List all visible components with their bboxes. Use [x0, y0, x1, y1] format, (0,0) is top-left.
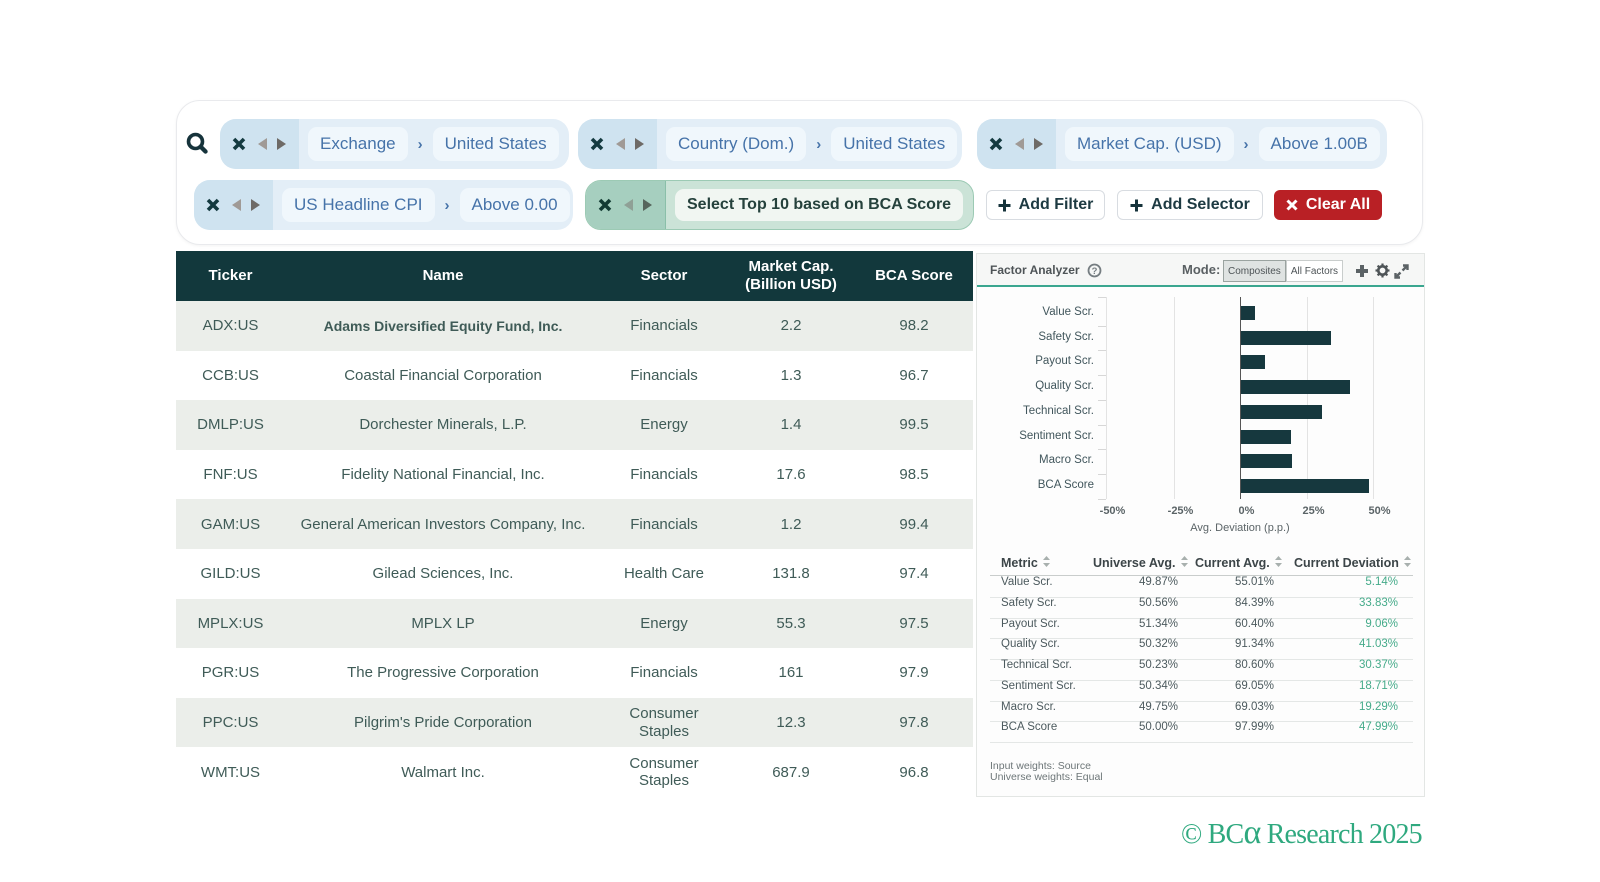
svg-text:?: ? [1092, 266, 1098, 277]
